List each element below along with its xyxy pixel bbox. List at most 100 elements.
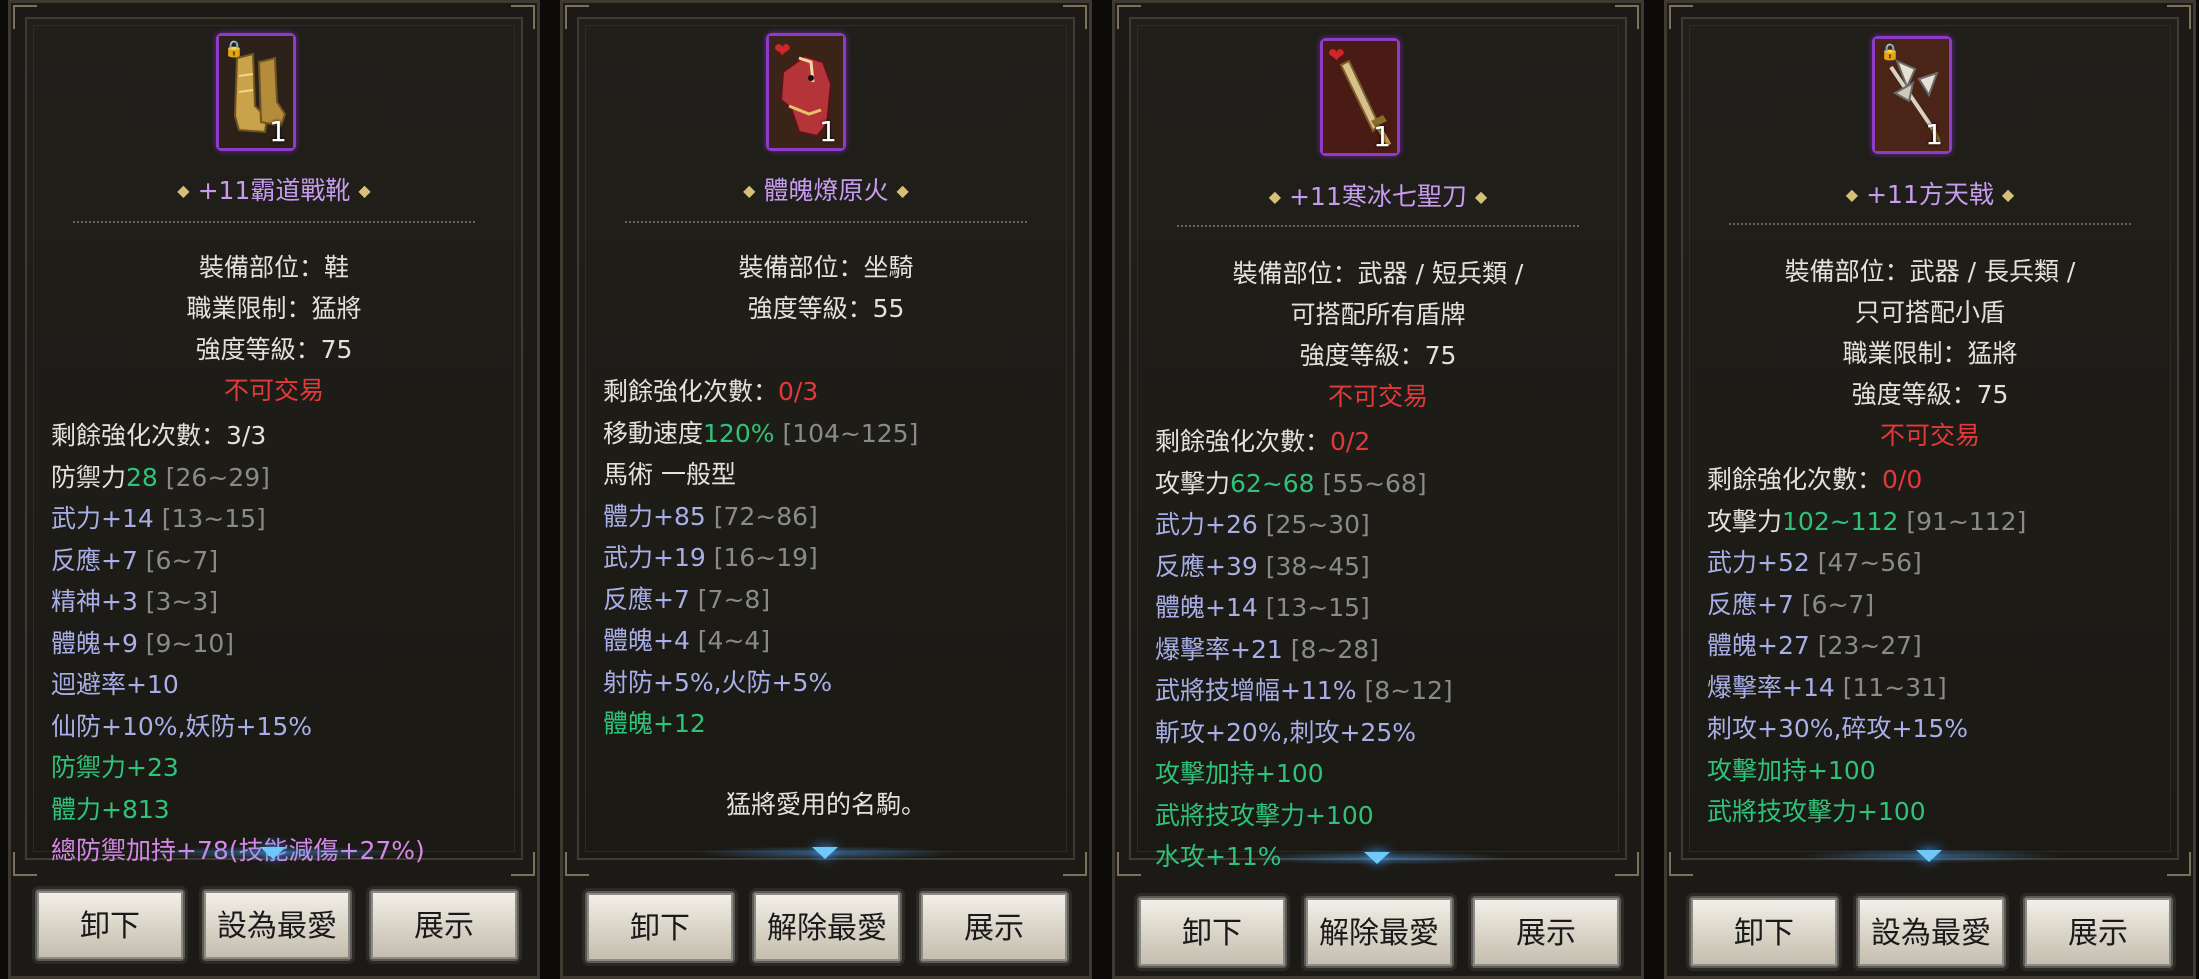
stat-segment: 攻擊力 xyxy=(1707,506,1783,536)
item-tooltip-panel-halberd: 🔒 1 ◆ +11方天戟 ◆ 裝備部位：武器 / 長兵類 / 只可搭配小盾 職業限制… xyxy=(1664,0,2196,979)
stat-segment: 武力+19 xyxy=(603,543,706,572)
info-line: 職業限制：猛將 xyxy=(186,294,362,323)
stat-segment: 武力+52 xyxy=(1707,548,1810,577)
stat-segment: [91~112] xyxy=(1898,506,2027,536)
stat-segment: 防禦力+23 xyxy=(51,753,179,782)
scroll-down-icon[interactable] xyxy=(812,847,838,859)
item-stats: 剩餘強化次數：0/0 攻擊力102~112 [91~112] 武力+52 [47~… xyxy=(1707,459,2173,833)
stat-line: 體力+813 xyxy=(51,789,517,831)
stat-segment: 移動速度 xyxy=(603,418,704,448)
stat-segment: [4~4] xyxy=(689,626,771,655)
enhance-value: 0/3 xyxy=(778,377,819,406)
scroll-down-icon[interactable] xyxy=(1916,850,1942,862)
unequip-button[interactable]: 卸下 xyxy=(585,891,735,963)
stat-segment: [8~12] xyxy=(1356,676,1453,705)
show-button[interactable]: 展示 xyxy=(369,889,519,961)
info-line: 強度等級：75 xyxy=(1299,341,1457,370)
diamond-icon: ◆ xyxy=(358,181,371,200)
enhance-value: 3/3 xyxy=(226,421,267,450)
info-line: 只可搭配小盾 xyxy=(1854,298,2005,327)
stat-segment: [13~15] xyxy=(153,504,266,533)
stat-segment: [11~31] xyxy=(1834,672,1947,702)
show-button[interactable]: 展示 xyxy=(1471,896,1621,968)
diamond-icon: ◆ xyxy=(743,181,756,200)
stat-line: 反應+7 [6~7] xyxy=(51,540,517,582)
item-name: ◆ +11霸道戰靴 ◆ xyxy=(11,171,537,207)
show-button[interactable]: 展示 xyxy=(919,891,1069,963)
stat-line: 爆擊率+14 [11~31] xyxy=(1707,667,2173,709)
enhance-label: 剩餘強化次數： xyxy=(1707,465,1883,494)
stat-line: 精神+3 [3~3] xyxy=(51,581,517,623)
unfavorite-button[interactable]: 解除最愛 xyxy=(752,891,902,963)
horse-item-icon[interactable]: ❤ 1 xyxy=(766,33,846,151)
stat-segment: 102~112 xyxy=(1782,506,1899,536)
item-count: 1 xyxy=(819,115,837,148)
stat-segment: 馬術 一般型 xyxy=(603,460,736,489)
blade-item-icon[interactable]: ❤ 1 xyxy=(1320,38,1400,156)
halberd-item-icon[interactable]: 🔒 1 xyxy=(1872,36,1952,154)
enhance-remaining: 剩餘強化次數：0/0 xyxy=(1707,459,2173,501)
stat-segment: 精神+3 xyxy=(51,587,138,616)
stat-line: 武將技增幅+11% [8~12] xyxy=(1155,670,1621,712)
favorite-button[interactable]: 設為最愛 xyxy=(1856,896,2006,968)
stat-line: 武力+52 [47~56] xyxy=(1707,542,2173,584)
frame-corner xyxy=(1063,852,1087,876)
stat-segment: 62~68 xyxy=(1230,468,1315,498)
show-button[interactable]: 展示 xyxy=(2023,896,2173,968)
unfavorite-button[interactable]: 解除最愛 xyxy=(1304,896,1454,968)
unequip-button[interactable]: 卸下 xyxy=(1137,896,1287,968)
stat-segment: 爆擊率+14 xyxy=(1707,672,1835,702)
stat-line: 移動速度120% [104~125] xyxy=(603,413,1069,455)
enhance-remaining: 剩餘強化次數：0/2 xyxy=(1155,421,1621,463)
stat-segment: 武將技攻擊力+100 xyxy=(1155,800,1374,830)
stat-segment: [13~15] xyxy=(1257,593,1370,622)
diamond-icon: ◆ xyxy=(177,181,190,200)
stat-segment: 斬攻+20%,刺攻+25% xyxy=(1155,717,1416,747)
stat-segment: 攻擊力 xyxy=(1155,468,1231,498)
enhance-label: 剩餘強化次數： xyxy=(603,377,779,406)
info-line: 裝備部位：武器 / 短兵類 / xyxy=(1232,259,1524,288)
stat-line: 射防+5%,火防+5% xyxy=(603,662,1069,704)
stat-segment: 反應+7 xyxy=(603,584,690,614)
unequip-button[interactable]: 卸下 xyxy=(1689,896,1839,968)
favorite-button[interactable]: 設為最愛 xyxy=(202,889,352,961)
stat-segment: 爆擊率+21 xyxy=(1155,634,1283,664)
trade-restriction: 不可交易 xyxy=(1879,421,1980,450)
stat-segment: [6~7] xyxy=(1793,589,1875,619)
item-name: ◆ +11方天戟 ◆ xyxy=(1667,175,2193,211)
stat-line: 刺攻+30%,碎攻+15% xyxy=(1707,708,2173,750)
item-tooltip-panel-mount: ❤ 1 ◆ 體魄燎原火 ◆ 裝備部位：坐騎 強度等級：55 剩餘強化次數：0/3 移… xyxy=(560,0,1092,979)
stat-line: 攻擊力62~68 [55~68] xyxy=(1155,463,1621,505)
stat-segment: 武力+14 xyxy=(51,504,154,533)
stat-line: 反應+7 [7~8] xyxy=(603,579,1069,621)
scroll-down-icon[interactable] xyxy=(260,847,286,859)
stat-segment: [25~30] xyxy=(1257,510,1370,539)
stat-segment: 反應+39 xyxy=(1155,551,1258,581)
stat-line: 體魄+14 [13~15] xyxy=(1155,587,1621,629)
stat-segment: 迴避率+10 xyxy=(51,670,179,699)
lock-icon: 🔒 xyxy=(224,39,244,58)
stat-segment: 攻擊加持+100 xyxy=(1155,759,1324,788)
boots-item-icon[interactable]: 🔒 1 xyxy=(216,33,296,151)
stat-line: 體魄+27 [23~27] xyxy=(1707,625,2173,667)
diamond-icon: ◆ xyxy=(1474,187,1488,206)
frame-corner xyxy=(2167,852,2191,876)
item-info: 裝備部位：坐騎 強度等級：55 xyxy=(563,247,1089,329)
frame-corner xyxy=(13,852,37,876)
stat-line: 體魄+4 [4~4] xyxy=(603,620,1069,662)
heart-icon: ❤ xyxy=(1328,43,1345,67)
item-name-text: +11霸道戰靴 xyxy=(197,176,351,205)
frame-corner xyxy=(511,5,535,29)
stat-segment: [23~27] xyxy=(1809,631,1922,660)
unequip-button[interactable]: 卸下 xyxy=(35,889,185,961)
scroll-down-icon[interactable] xyxy=(1364,852,1390,864)
stat-line: 迴避率+10 xyxy=(51,664,517,706)
stat-segment: [8~28] xyxy=(1282,634,1379,664)
item-count: 1 xyxy=(269,115,287,148)
item-name-text: +11方天戟 xyxy=(1866,180,1994,209)
stat-segment: 體魄+14 xyxy=(1155,593,1258,622)
stat-segment: 28 xyxy=(126,462,158,492)
stat-segment: 體魄+27 xyxy=(1707,631,1810,660)
stat-segment: [3~3] xyxy=(137,587,219,616)
stat-segment: 反應+7 xyxy=(51,545,138,575)
